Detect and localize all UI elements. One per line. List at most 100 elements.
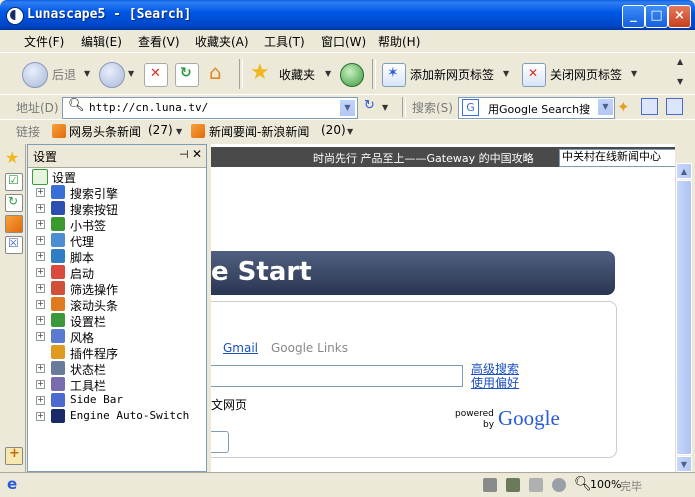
expand-icon[interactable]: + [36, 268, 45, 277]
expand-icon[interactable]: + [36, 396, 45, 405]
preferences-link[interactable]: 使用偏好 [471, 374, 519, 391]
history-panel-icon[interactable]: ↻ [5, 194, 23, 212]
favorites-button-label[interactable]: 收藏夹 [279, 66, 315, 83]
zoom-level[interactable]: 100% [590, 478, 621, 491]
tools-panel-icon[interactable]: ☒ [5, 236, 23, 254]
search-input[interactable]: G 用Google Search搜 ▼ [458, 97, 615, 119]
tree-item[interactable]: + Side Bar [28, 392, 206, 408]
go-dropdown-arrow[interactable]: ▼ [382, 103, 388, 112]
rss-panel-icon[interactable] [5, 215, 23, 233]
maximize-button[interactable]: □ [645, 5, 668, 28]
settings-panel-icon[interactable]: ☑ [5, 173, 23, 191]
stop-icon[interactable]: ✕ [144, 63, 168, 87]
eye-icon[interactable] [552, 478, 566, 492]
tree-item[interactable]: + 代理 [28, 232, 206, 249]
scroll-down-button[interactable]: ▼ [676, 456, 692, 472]
go-refresh-icon[interactable]: ↻ [364, 98, 375, 113]
vertical-scrollbar[interactable]: ▲ ▼ [675, 163, 692, 472]
scroll-up-button[interactable]: ▲ [676, 163, 692, 179]
tree-item[interactable]: + 搜索按钮 [28, 200, 206, 217]
address-input[interactable]: 🔍︎ http://cn.luna.tv/ ▼ [62, 97, 358, 119]
address-url[interactable]: http://cn.luna.tv/ [89, 101, 208, 114]
expand-icon[interactable]: + [36, 332, 45, 341]
menu-edit[interactable]: 编辑(E) [81, 33, 122, 50]
tree-item[interactable]: + 启动 [28, 264, 206, 281]
expand-icon[interactable]: + [36, 188, 45, 197]
tree-item[interactable]: + 滚动头条 [28, 296, 206, 313]
tree-item[interactable]: + 小书签 [28, 216, 206, 233]
link-sina-dropdown-arrow[interactable]: ▼ [347, 127, 353, 136]
close-tab-dropdown-arrow[interactable]: ▼ [631, 69, 637, 78]
sidebar-close-icon[interactable]: ✕ [192, 147, 202, 161]
expand-icon[interactable]: + [36, 204, 45, 213]
expand-icon[interactable]: + [36, 316, 45, 325]
link-netease-news[interactable]: 网易头条新闻 [69, 123, 141, 140]
printer-icon[interactable] [483, 478, 497, 492]
add-tab-icon[interactable]: ✶ [382, 63, 406, 87]
google-search-button[interactable] [211, 431, 229, 453]
google-links-tab[interactable]: Google Links [271, 341, 348, 355]
expand-icon[interactable]: + [36, 300, 45, 309]
refresh-icon[interactable]: ↻ [175, 63, 199, 87]
add-tab-label[interactable]: 添加新网页标签 [410, 66, 494, 83]
expand-icon[interactable]: + [36, 252, 45, 261]
tree-item[interactable]: + 搜索引擎 [28, 184, 206, 201]
minimize-button[interactable]: _ [622, 5, 645, 28]
link-sina-news[interactable]: 新闻要闻-新浪新闻 [209, 123, 309, 140]
expand-icon[interactable]: + [36, 380, 45, 389]
google-search-engine-icon[interactable]: G [462, 99, 479, 116]
tree-item[interactable]: + 设置栏 [28, 312, 206, 329]
menu-tools[interactable]: 工具(T) [264, 33, 305, 50]
close-button[interactable]: × [668, 5, 691, 28]
search-engine-dropdown-button[interactable]: ▼ [598, 99, 613, 115]
tree-item[interactable]: + Engine Auto-Switch [28, 408, 206, 424]
menu-file[interactable]: 文件(F) [24, 33, 64, 50]
gmail-link[interactable]: Gmail [223, 341, 258, 355]
toolbar-chevron-icon[interactable]: ▼ [677, 77, 683, 86]
back-dropdown-arrow[interactable]: ▼ [84, 69, 90, 78]
news-ticker-text[interactable]: 时尚先行 产品至上——Gateway 的中国攻略 [313, 150, 534, 166]
tree-item[interactable]: + 状态栏 [28, 360, 206, 377]
network-icon[interactable] [506, 478, 520, 492]
home-icon[interactable]: ⌂ [208, 60, 230, 84]
tree-item[interactable]: + 风格 [28, 328, 206, 345]
toolbar-chevron-icon[interactable]: ▲ [677, 57, 683, 66]
add-panel-icon[interactable]: + [5, 446, 23, 465]
scroll-thumb[interactable] [676, 180, 692, 455]
search-window-icon[interactable] [666, 98, 683, 115]
lunascape-app-icon[interactable] [6, 7, 24, 25]
lock-icon[interactable] [529, 478, 543, 492]
menu-help[interactable]: 帮助(H) [378, 33, 420, 50]
link-sina-count[interactable]: (20) [321, 123, 346, 137]
pin-icon[interactable]: ⊣ [179, 148, 189, 161]
link-netease-count[interactable]: (27) [148, 123, 173, 137]
tree-item[interactable]: + 脚本 [28, 248, 206, 265]
expand-icon[interactable]: + [36, 412, 45, 421]
back-button-label[interactable]: 后退 [52, 66, 76, 83]
search-page-icon[interactable] [641, 98, 658, 115]
address-dropdown-button[interactable]: ▼ [339, 99, 356, 117]
expand-icon[interactable]: + [36, 284, 45, 293]
link-netease-dropdown-arrow[interactable]: ▼ [176, 127, 182, 136]
expand-icon[interactable]: + [36, 220, 45, 229]
tree-root-settings[interactable]: 设置 [28, 168, 206, 185]
tree-item[interactable]: 插件程序 [28, 344, 206, 361]
menu-view[interactable]: 查看(V) [138, 33, 180, 50]
tree-item[interactable]: + 工具栏 [28, 376, 206, 393]
menu-window[interactable]: 窗口(W) [321, 33, 366, 50]
favorites-star-icon[interactable]: ★ [250, 60, 270, 85]
highlight-icon[interactable]: ✦ [617, 98, 630, 116]
expand-icon[interactable]: + [36, 364, 45, 373]
menu-favorites[interactable]: 收藏夹(A) [195, 33, 249, 50]
favorites-dropdown-arrow[interactable]: ▼ [325, 69, 331, 78]
close-tab-icon[interactable]: ✕ [522, 63, 546, 87]
news-source-select[interactable]: 中关村在线新闻中心 [559, 149, 675, 167]
forward-arrow-icon[interactable] [99, 62, 125, 88]
add-tab-dropdown-arrow[interactable]: ▼ [503, 69, 509, 78]
google-query-input[interactable] [211, 365, 463, 387]
history-icon[interactable] [340, 63, 364, 87]
forward-dropdown-arrow[interactable]: ▼ [128, 69, 134, 78]
back-arrow-icon[interactable] [22, 62, 48, 88]
tree-item[interactable]: + 筛选操作 [28, 280, 206, 297]
expand-icon[interactable]: + [36, 236, 45, 245]
